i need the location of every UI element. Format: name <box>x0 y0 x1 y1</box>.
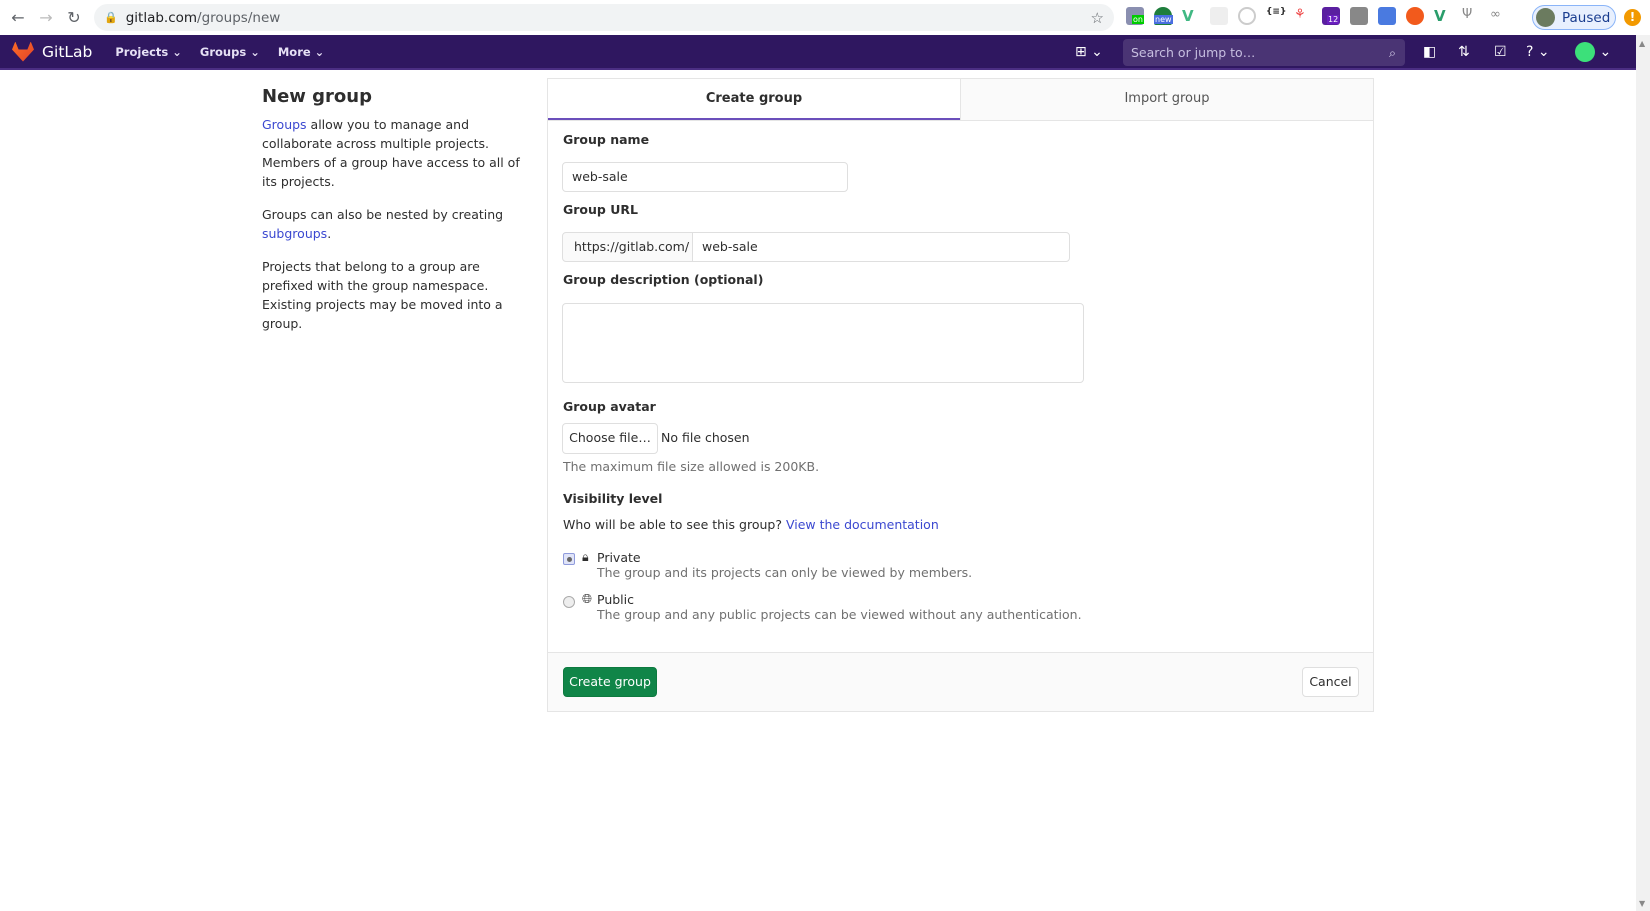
url-host: gitlab.com <box>125 9 198 26</box>
text: . <box>327 226 332 241</box>
bookmark-star-icon[interactable]: ☆ <box>1091 9 1104 27</box>
private-label[interactable]: Private <box>597 550 641 565</box>
nav-projects[interactable]: Projects ⌄ <box>115 45 182 59</box>
issues-icon[interactable]: ◧ <box>1423 44 1436 60</box>
choose-file-button[interactable]: Choose file… <box>562 423 658 454</box>
new-group-card: Create group Import group Group name web… <box>547 78 1374 712</box>
subgroups-description: Groups can also be nested by creating su… <box>262 205 524 243</box>
extension-icon[interactable]: Ψ <box>1462 7 1480 25</box>
lock-icon: 🔒 <box>104 11 118 24</box>
cancel-button[interactable]: Cancel <box>1302 667 1359 697</box>
namespace-description: Projects that belong to a group are pref… <box>262 259 503 331</box>
group-url-input[interactable]: web-sale <box>692 232 1070 262</box>
group-description-textarea[interactable] <box>562 303 1084 383</box>
new-plus-icon[interactable]: ⊞ ⌄ <box>1075 44 1103 60</box>
group-url-prefix: https://gitlab.com/ <box>562 232 693 262</box>
extension-icon[interactable]: 12 <box>1322 7 1340 25</box>
search-input[interactable]: Search or jump to… ⌕ <box>1123 39 1405 66</box>
extension-icon[interactable] <box>1238 7 1256 25</box>
url-path: /groups/new <box>197 9 281 26</box>
menu-label: Projects <box>115 44 169 59</box>
browser-toolbar: ← → ↻ 🔒 gitlab.com/groups/new ☆ on new V… <box>0 0 1650 35</box>
extension-icon[interactable]: ∞ <box>1490 7 1508 25</box>
visibility-question: Who will be able to see this group? View… <box>563 517 939 532</box>
avatar-size-help: The maximum file size allowed is 200KB. <box>563 459 820 474</box>
group-name-label: Group name <box>563 132 650 147</box>
group-name-input[interactable]: web-sale <box>562 162 848 192</box>
group-url-label: Group URL <box>563 202 638 217</box>
ext-badge: on <box>1132 15 1144 24</box>
nav-groups[interactable]: Groups ⌄ <box>200 45 260 59</box>
profile-button[interactable]: Paused <box>1532 5 1616 30</box>
text: Who will be able to see this group? <box>563 517 782 532</box>
ext-badge: new <box>1154 15 1173 24</box>
menu-label: Groups <box>199 44 247 59</box>
reload-icon[interactable]: ↻ <box>60 8 88 27</box>
profile-label: Paused <box>1562 9 1611 26</box>
text: Groups can also be nested by creating <box>262 207 504 222</box>
camera-icon[interactable] <box>1350 7 1368 25</box>
extension-icon[interactable]: on <box>1126 7 1144 25</box>
visibility-private-radio[interactable] <box>563 553 575 565</box>
extension-icon[interactable]: ⚘ <box>1294 7 1312 25</box>
groups-link[interactable]: Groups <box>262 117 307 132</box>
public-label[interactable]: Public <box>597 592 634 607</box>
gitlab-logo[interactable]: GitLab <box>12 41 93 62</box>
globe-icon: 🌐︎ <box>582 591 593 606</box>
page-scrollbar[interactable]: ▲ ▼ <box>1636 35 1650 911</box>
user-avatar-menu[interactable]: ⌄ <box>1575 42 1611 62</box>
group-avatar-label: Group avatar <box>563 399 656 414</box>
view-documentation-link[interactable]: View the documentation <box>786 517 939 532</box>
todos-icon[interactable]: ☑ <box>1494 44 1507 60</box>
gitlab-navbar: GitLab Projects ⌄ Groups ⌄ More ⌄ ⊞ ⌄ Se… <box>0 35 1636 70</box>
groups-description: Groups allow you to manage and collabora… <box>262 115 524 191</box>
group-description-label: Group description (optional) <box>563 272 764 287</box>
nav-more[interactable]: More ⌄ <box>278 45 324 59</box>
visibility-public-radio[interactable] <box>563 596 575 608</box>
page-title: New group <box>262 86 372 107</box>
vue-icon[interactable]: V <box>1182 7 1200 25</box>
lock-icon: 🔒︎ <box>582 549 589 564</box>
help-icon[interactable]: ? ⌄ <box>1526 44 1550 60</box>
sidebar-info: New group Groups allow you to manage and… <box>262 86 524 347</box>
scroll-up-icon[interactable]: ▲ <box>1639 39 1645 48</box>
extension-icon[interactable]: new <box>1154 7 1173 25</box>
ext-badge: 12 <box>1327 15 1340 24</box>
vue-icon[interactable]: V <box>1434 7 1452 25</box>
avatar <box>1536 8 1555 27</box>
tab-import-group[interactable]: Import group <box>960 79 1373 120</box>
tab-create-group[interactable]: Create group <box>548 79 960 120</box>
update-alert-icon[interactable]: ! <box>1624 9 1641 26</box>
no-file-chosen: No file chosen <box>661 430 750 445</box>
back-icon[interactable]: ← <box>4 8 32 27</box>
tabs: Create group Import group <box>548 79 1373 121</box>
subgroups-link[interactable]: subgroups <box>262 226 327 241</box>
visibility-level-label: Visibility level <box>563 491 663 506</box>
brand-name: GitLab <box>42 42 93 61</box>
tanuki-icon <box>12 41 34 62</box>
scroll-down-icon[interactable]: ▼ <box>1639 899 1645 908</box>
react-icon[interactable] <box>1210 7 1228 25</box>
private-description: The group and its projects can only be v… <box>597 565 973 580</box>
forward-icon[interactable]: → <box>32 8 60 27</box>
merge-requests-icon[interactable]: ⇅ <box>1458 44 1470 60</box>
extension-icon[interactable] <box>1406 7 1424 25</box>
menu-label: More <box>277 44 311 59</box>
create-group-button[interactable]: Create group <box>563 667 657 697</box>
json-icon[interactable]: {≡} <box>1266 7 1286 25</box>
search-icon: ⌕ <box>1388 45 1396 60</box>
extensions: on new V {≡} ⚘ 12 V Ψ ∞ <box>1126 7 1508 25</box>
search-placeholder: Search or jump to… <box>1131 45 1256 60</box>
address-bar[interactable]: 🔒 gitlab.com/groups/new ☆ <box>94 4 1114 31</box>
public-description: The group and any public projects can be… <box>597 607 1082 622</box>
translate-icon[interactable] <box>1378 7 1396 25</box>
avatar <box>1575 42 1595 62</box>
form-actions: Create group Cancel <box>548 652 1373 711</box>
